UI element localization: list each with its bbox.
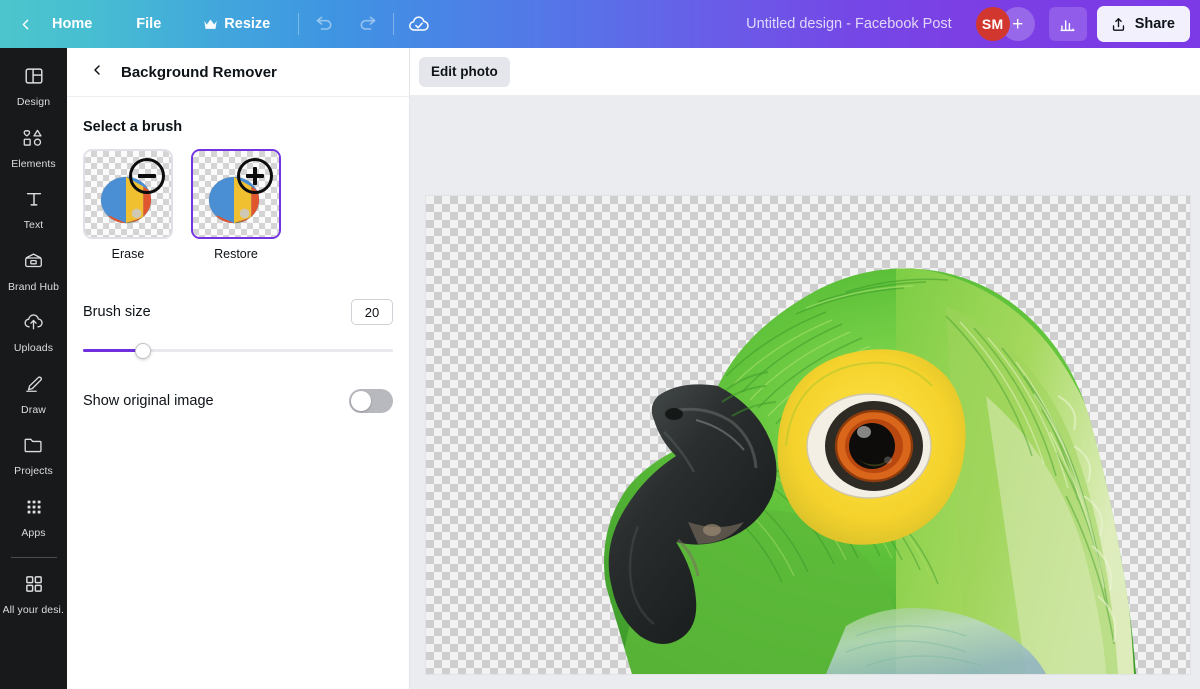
sidebar-item-label: All your desi... xyxy=(2,605,65,617)
brush-options: Erase Restore xyxy=(83,149,393,261)
file-menu-button[interactable]: File xyxy=(126,8,171,40)
top-toolbar-left: Home File Resize xyxy=(0,0,436,48)
pen-icon xyxy=(22,373,45,400)
sidebar-item-brand-hub[interactable]: Brand Hub xyxy=(4,241,64,300)
sidebar-item-label: Design xyxy=(16,97,51,108)
back-button[interactable] xyxy=(8,7,42,41)
brand-palette-icon xyxy=(22,250,45,277)
panel-back-button[interactable] xyxy=(83,58,111,86)
home-label: Home xyxy=(52,16,93,32)
panel-body: Select a brush Erase Restore Brush size … xyxy=(67,97,409,413)
select-brush-heading: Select a brush xyxy=(83,119,183,135)
sidebar-item-elements[interactable]: Elements xyxy=(4,118,64,177)
folder-icon xyxy=(22,434,45,461)
insights-button[interactable] xyxy=(1048,7,1087,41)
toolbar-divider-2 xyxy=(393,13,395,35)
brush-thumbnail xyxy=(83,149,173,239)
brush-option-erase[interactable]: Erase xyxy=(83,149,173,261)
show-original-label: Show original image xyxy=(83,393,214,409)
redo-icon xyxy=(358,14,378,34)
sidebar-item-label: Projects xyxy=(14,466,53,478)
share-upload-icon xyxy=(1110,16,1127,33)
bar-chart-icon xyxy=(1058,15,1077,34)
sidebar-item-label: Elements xyxy=(11,158,56,170)
cloud-upload-icon xyxy=(22,311,45,338)
plus-circle-icon xyxy=(237,158,273,194)
chevron-left-icon xyxy=(89,62,105,83)
share-button[interactable]: Share xyxy=(1096,6,1190,42)
undo-icon xyxy=(314,14,334,34)
shapes-icon xyxy=(22,127,45,154)
resize-button[interactable]: Resize xyxy=(193,8,280,40)
chevron-left-icon xyxy=(17,16,34,33)
minus-circle-icon xyxy=(129,158,165,194)
slider-thumb[interactable] xyxy=(134,343,151,359)
toolbar-divider-1 xyxy=(298,13,300,35)
canvas-toolbar: Edit photo xyxy=(410,48,1200,95)
sidebar-item-apps[interactable]: Apps xyxy=(4,487,64,546)
text-t-icon xyxy=(23,188,45,215)
show-original-toggle[interactable] xyxy=(349,389,393,413)
page-title: Background Remover xyxy=(121,63,277,81)
toggle-knob xyxy=(351,391,371,411)
sidebar-item-label: Brand Hub xyxy=(7,281,60,293)
sidebar-item-projects[interactable]: Projects xyxy=(4,425,64,484)
cloud-check-icon xyxy=(407,12,431,36)
sidebar-item-draw[interactable]: Draw xyxy=(4,364,64,423)
sidebar-item-label: Apps xyxy=(21,527,46,539)
sidebar-item-uploads[interactable]: Uploads xyxy=(4,302,64,361)
brush-size-label: Brush size xyxy=(83,304,151,320)
workspace: Edit photo xyxy=(410,48,1200,689)
sidebar-item-text[interactable]: Text xyxy=(4,179,64,238)
redo-button[interactable] xyxy=(351,7,385,41)
brush-thumbnail xyxy=(191,149,281,239)
brush-label: Erase xyxy=(111,247,145,261)
panel-header: Background Remover xyxy=(67,48,409,97)
collaborators: SM + xyxy=(975,7,1035,41)
parrot-image[interactable] xyxy=(426,196,1190,674)
left-rail: Design Elements Text Brand Hub Uploads D… xyxy=(0,48,67,689)
avatar[interactable]: SM xyxy=(975,7,1010,41)
sidebar-item-label: Text xyxy=(23,220,44,232)
apps-dots-icon xyxy=(23,496,45,523)
layout-grid-icon xyxy=(23,65,45,92)
sidebar-item-label: Draw xyxy=(21,404,46,416)
show-original-row: Show original image xyxy=(83,389,393,413)
brush-size-slider[interactable] xyxy=(83,341,393,359)
file-label: File xyxy=(136,16,162,32)
brush-size-row: Brush size 20 xyxy=(83,299,393,325)
brush-option-restore[interactable]: Restore xyxy=(191,149,281,261)
crown-icon xyxy=(203,18,218,31)
brush-label: Restore xyxy=(214,247,258,261)
home-button[interactable]: Home xyxy=(42,8,102,40)
document-title[interactable]: Untitled design - Facebook Post xyxy=(736,10,962,38)
top-toolbar: Home File Resize Untitled design - Faceb… xyxy=(0,0,1200,48)
undo-button[interactable] xyxy=(307,7,341,41)
resize-label: Resize xyxy=(224,16,271,32)
canva-editor: Home File Resize Untitled design - Faceb… xyxy=(0,0,1200,689)
brush-size-input[interactable]: 20 xyxy=(351,299,393,325)
sidebar-item-label: Uploads xyxy=(13,343,54,355)
side-panel: Background Remover Select a brush Erase … xyxy=(67,48,410,689)
artboard[interactable] xyxy=(426,196,1190,674)
canvas-scroll-area[interactable] xyxy=(410,95,1200,689)
squares-icon xyxy=(23,573,45,600)
save-status-button[interactable] xyxy=(402,7,436,41)
top-toolbar-right: Untitled design - Facebook Post SM + Sha… xyxy=(736,0,1200,48)
slider-fill xyxy=(83,349,143,352)
edit-photo-button[interactable]: Edit photo xyxy=(419,56,510,87)
sidebar-item-design[interactable]: Design xyxy=(4,56,64,115)
share-label: Share xyxy=(1134,16,1175,32)
rail-divider xyxy=(10,557,57,559)
sidebar-item-all-your-designs[interactable]: All your desi... xyxy=(2,564,65,623)
